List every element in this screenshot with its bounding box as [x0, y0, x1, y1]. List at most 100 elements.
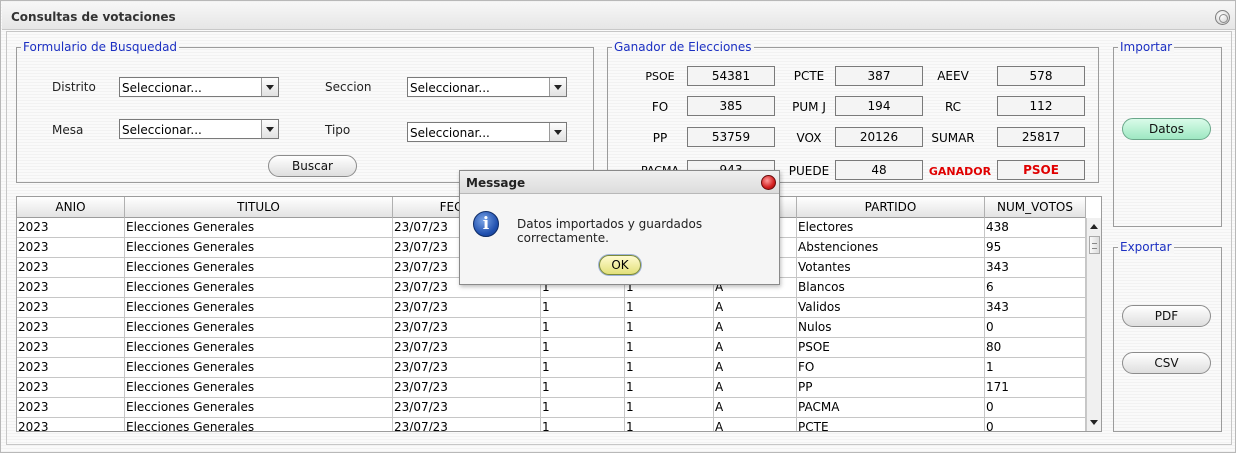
cell-partido[interactable]: PACMA	[797, 398, 985, 418]
cell-anio[interactable]: 2023	[17, 278, 125, 298]
seccion-select[interactable]: Seleccionar...	[407, 77, 567, 97]
cell-partido[interactable]: Nulos	[797, 318, 985, 338]
chevron-down-icon[interactable]	[261, 120, 278, 138]
cell-partido[interactable]: FO	[797, 358, 985, 378]
mesa-select[interactable]: Seleccionar...	[119, 119, 279, 139]
window-restore-icon[interactable]	[1215, 10, 1230, 25]
scroll-down-icon[interactable]	[1087, 416, 1101, 430]
table-row[interactable]: 2023 Elecciones Generales 23/07/23 1 1 A PCTE 0	[17, 418, 1086, 431]
cell-partido[interactable]: PSOE	[797, 338, 985, 358]
column-header-titulo[interactable]: TITULO	[125, 197, 393, 218]
cell-num-votos[interactable]: 80	[985, 338, 1086, 358]
cell-partido[interactable]: PCTE	[797, 418, 985, 431]
cell-col4[interactable]: 1	[541, 298, 625, 318]
cell-partido[interactable]: Electores	[797, 218, 985, 238]
cell-col5[interactable]: 1	[625, 358, 714, 378]
cell-num-votos[interactable]: 1	[985, 358, 1086, 378]
cell-titulo[interactable]: Elecciones Generales	[125, 238, 393, 258]
cell-fecha[interactable]: 23/07/23	[393, 298, 541, 318]
chevron-down-icon[interactable]	[549, 123, 566, 141]
scroll-up-icon[interactable]	[1087, 220, 1101, 234]
close-icon[interactable]	[761, 175, 776, 190]
cell-num-votos[interactable]: 0	[985, 318, 1086, 338]
cell-col5[interactable]: 1	[625, 378, 714, 398]
cell-col4[interactable]: 1	[541, 378, 625, 398]
cell-titulo[interactable]: Elecciones Generales	[125, 358, 393, 378]
cell-partido[interactable]: Validos	[797, 298, 985, 318]
cell-fecha[interactable]: 23/07/23	[393, 398, 541, 418]
table-row[interactable]: 2023 Elecciones Generales 23/07/23 1 1 A PP 171	[17, 378, 1086, 398]
cell-titulo[interactable]: Elecciones Generales	[125, 278, 393, 298]
cell-col6[interactable]: A	[714, 398, 797, 418]
cell-col6[interactable]: A	[714, 338, 797, 358]
table-row[interactable]: 2023 Elecciones Generales 23/07/23 1 1 A PACMA…	[17, 398, 1086, 418]
cell-anio[interactable]: 2023	[17, 418, 125, 431]
cell-col5[interactable]: 1	[625, 398, 714, 418]
cell-num-votos[interactable]: 438	[985, 218, 1086, 238]
cell-col6[interactable]: A	[714, 298, 797, 318]
cell-col6[interactable]: A	[714, 358, 797, 378]
cell-titulo[interactable]: Elecciones Generales	[125, 258, 393, 278]
cell-titulo[interactable]: Elecciones Generales	[125, 298, 393, 318]
table-row[interactable]: 2023 Elecciones Generales 23/07/23 1 1 A Nulos…	[17, 318, 1086, 338]
cell-fecha[interactable]: 23/07/23	[393, 318, 541, 338]
cell-col4[interactable]: 1	[541, 418, 625, 431]
vertical-scrollbar[interactable]	[1086, 218, 1101, 431]
cell-col6[interactable]: A	[714, 318, 797, 338]
cell-anio[interactable]: 2023	[17, 378, 125, 398]
table-row[interactable]: 2023 Elecciones Generales 23/07/23 1 1 A PSOE 8…	[17, 338, 1086, 358]
cell-col5[interactable]: 1	[625, 318, 714, 338]
cell-anio[interactable]: 2023	[17, 298, 125, 318]
cell-titulo[interactable]: Elecciones Generales	[125, 398, 393, 418]
cell-fecha[interactable]: 23/07/23	[393, 418, 541, 431]
buscar-button[interactable]: Buscar	[268, 155, 357, 177]
cell-fecha[interactable]: 23/07/23	[393, 378, 541, 398]
cell-titulo[interactable]: Elecciones Generales	[125, 378, 393, 398]
cell-num-votos[interactable]: 95	[985, 238, 1086, 258]
csv-button[interactable]: CSV	[1122, 352, 1211, 374]
cell-anio[interactable]: 2023	[17, 218, 125, 238]
cell-col5[interactable]: 1	[625, 418, 714, 431]
cell-anio[interactable]: 2023	[17, 338, 125, 358]
cell-fecha[interactable]: 23/07/23	[393, 358, 541, 378]
cell-col4[interactable]: 1	[541, 338, 625, 358]
column-header-anio[interactable]: ANIO	[17, 197, 125, 218]
cell-anio[interactable]: 2023	[17, 258, 125, 278]
distrito-select[interactable]: Seleccionar...	[119, 77, 279, 97]
chevron-down-icon[interactable]	[261, 78, 278, 96]
column-header-num-votos[interactable]: NUM_VOTOS	[985, 197, 1086, 218]
datos-button[interactable]: Datos	[1122, 118, 1211, 140]
cell-anio[interactable]: 2023	[17, 238, 125, 258]
cell-titulo[interactable]: Elecciones Generales	[125, 418, 393, 431]
cell-fecha[interactable]: 23/07/23	[393, 338, 541, 358]
cell-num-votos[interactable]: 343	[985, 298, 1086, 318]
table-row[interactable]: 2023 Elecciones Generales 23/07/23 1 1 A FO 1	[17, 358, 1086, 378]
cell-col5[interactable]: 1	[625, 298, 714, 318]
cell-partido[interactable]: Votantes	[797, 258, 985, 278]
cell-anio[interactable]: 2023	[17, 318, 125, 338]
scroll-thumb[interactable]	[1089, 236, 1100, 254]
tipo-select[interactable]: Seleccionar...	[407, 122, 567, 142]
cell-partido[interactable]: PP	[797, 378, 985, 398]
pdf-button[interactable]: PDF	[1122, 305, 1211, 327]
ok-button[interactable]: OK	[599, 255, 641, 275]
cell-partido[interactable]: Abstenciones	[797, 238, 985, 258]
cell-num-votos[interactable]: 0	[985, 418, 1086, 431]
cell-col6[interactable]: A	[714, 378, 797, 398]
cell-col5[interactable]: 1	[625, 338, 714, 358]
column-header-partido[interactable]: PARTIDO	[797, 197, 985, 218]
cell-anio[interactable]: 2023	[17, 398, 125, 418]
table-row[interactable]: 2023 Elecciones Generales 23/07/23 1 1 A Valid…	[17, 298, 1086, 318]
cell-col4[interactable]: 1	[541, 358, 625, 378]
cell-num-votos[interactable]: 171	[985, 378, 1086, 398]
cell-num-votos[interactable]: 0	[985, 398, 1086, 418]
cell-num-votos[interactable]: 6	[985, 278, 1086, 298]
chevron-down-icon[interactable]	[549, 78, 566, 96]
cell-titulo[interactable]: Elecciones Generales	[125, 318, 393, 338]
cell-titulo[interactable]: Elecciones Generales	[125, 218, 393, 238]
cell-col4[interactable]: 1	[541, 318, 625, 338]
cell-anio[interactable]: 2023	[17, 358, 125, 378]
cell-col4[interactable]: 1	[541, 398, 625, 418]
cell-partido[interactable]: Blancos	[797, 278, 985, 298]
cell-num-votos[interactable]: 343	[985, 258, 1086, 278]
